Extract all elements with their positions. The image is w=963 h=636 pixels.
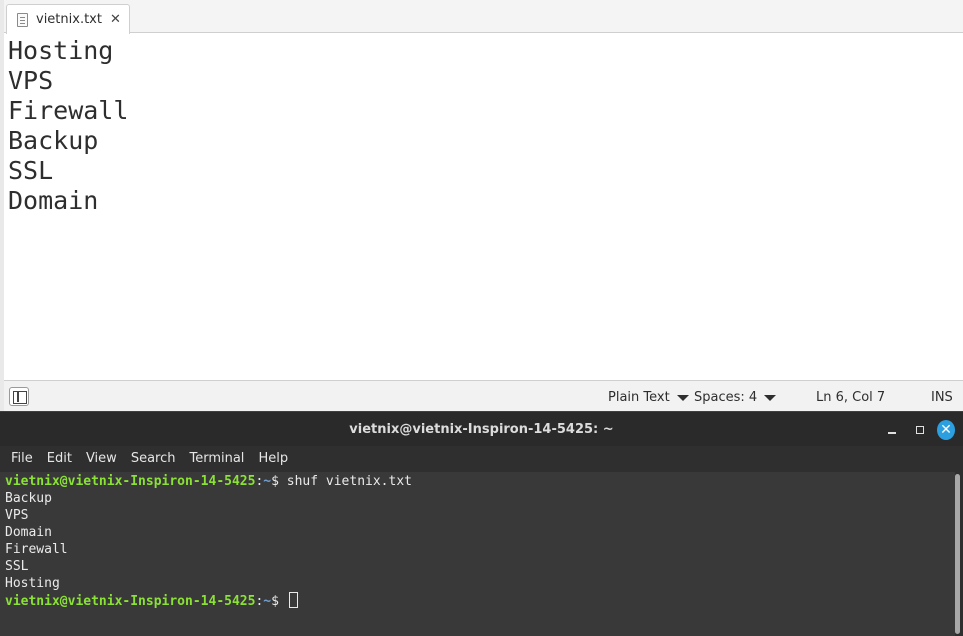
editor-line: Backup [8, 126, 99, 155]
maximize-icon [916, 426, 924, 434]
editor-line: SSL [8, 156, 54, 185]
prompt-user: vietnix@vietnix-Inspiron-14-5425 [5, 474, 256, 489]
prompt-user: vietnix@vietnix-Inspiron-14-5425 [5, 594, 256, 609]
chevron-down-icon [676, 394, 689, 401]
insert-mode[interactable]: INS [931, 390, 953, 405]
terminal-title: vietnix@vietnix-Inspiron-14-5425: ~ [349, 422, 614, 437]
cursor-position-label: Ln 6, Col 7 [816, 390, 886, 405]
close-icon: ✕ [937, 420, 955, 440]
close-window-button[interactable]: ✕ [937, 420, 955, 440]
indent-selector[interactable]: Spaces: 4 [694, 390, 777, 405]
minimize-icon [888, 432, 896, 434]
text-file-icon [17, 12, 28, 27]
editor-status-bar: Plain Text Spaces: 4 Ln 6, Col 7 INS [4, 380, 963, 411]
command-line: vietnix@vietnix-Inspiron-14-5425:~$ shuf… [5, 473, 955, 490]
minimize-button[interactable] [883, 421, 901, 439]
menu-view[interactable]: View [79, 446, 124, 472]
text-editor-window: vietnix.txt ✕ Hosting VPS Firewall Backu… [0, 0, 963, 411]
prompt-path: ~ [263, 474, 272, 489]
output-line: SSL [5, 559, 29, 574]
editor-line: Domain [8, 186, 99, 215]
output-line: Domain [5, 525, 52, 540]
menu-edit[interactable]: Edit [40, 446, 79, 472]
editor-line: Firewall [8, 96, 129, 125]
terminal-scrollbar[interactable] [955, 474, 960, 634]
editor-tab-bar: vietnix.txt ✕ [4, 0, 963, 34]
side-panel-toggle-icon[interactable] [9, 387, 29, 406]
language-label: Plain Text [608, 390, 670, 405]
editor-line: VPS [8, 66, 54, 95]
terminal-output-area[interactable]: vietnix@vietnix-Inspiron-14-5425:~$ shuf… [0, 472, 955, 636]
insert-mode-label: INS [931, 390, 953, 405]
terminal-window: vietnix@vietnix-Inspiron-14-5425: ~ ✕ Fi… [0, 411, 963, 636]
menu-terminal[interactable]: Terminal [182, 446, 251, 472]
output-line: VPS [5, 508, 29, 523]
cursor-position[interactable]: Ln 6, Col 7 [816, 390, 885, 405]
output-line: Backup [5, 491, 52, 506]
prompt-path: ~ [263, 594, 272, 609]
terminal-cursor [288, 592, 298, 608]
maximize-button[interactable] [911, 421, 929, 439]
prompt-symbol: $ [271, 474, 287, 489]
tab-label: vietnix.txt [36, 12, 102, 27]
command-text: shuf vietnix.txt [286, 474, 412, 489]
close-tab-icon[interactable]: ✕ [110, 13, 121, 26]
prompt-symbol: $ [271, 594, 287, 609]
menu-search[interactable]: Search [124, 446, 183, 472]
terminal-title-bar[interactable]: vietnix@vietnix-Inspiron-14-5425: ~ ✕ [0, 411, 963, 446]
output-line: Hosting [5, 576, 60, 591]
editor-text-area[interactable]: Hosting VPS Firewall Backup SSL Domain [4, 34, 963, 380]
indent-label: Spaces: 4 [694, 390, 758, 405]
editor-line: Hosting [8, 36, 114, 65]
active-prompt-line: vietnix@vietnix-Inspiron-14-5425:~$ [5, 592, 955, 609]
output-line: Firewall [5, 542, 68, 557]
menu-help[interactable]: Help [251, 446, 295, 472]
language-selector[interactable]: Plain Text [608, 390, 689, 405]
chevron-down-icon [764, 394, 777, 401]
menu-file[interactable]: File [4, 446, 40, 472]
terminal-menu-bar: File Edit View Search Terminal Help [0, 446, 963, 472]
tab-vietnix-txt[interactable]: vietnix.txt ✕ [6, 4, 130, 34]
